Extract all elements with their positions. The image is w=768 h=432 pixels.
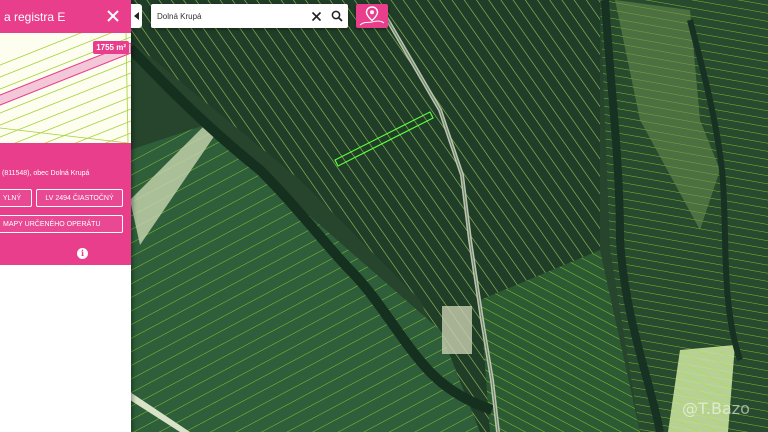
lv-partial-button[interactable]: LV 2494 ČIASTOČNÝ	[36, 189, 123, 207]
cadastral-locality: (811548), obec Dolná Krupá	[2, 170, 90, 177]
search-icon[interactable]	[331, 10, 343, 22]
close-icon[interactable]	[104, 7, 122, 25]
panel-header: a registra E	[0, 0, 131, 33]
panel-title: a registra E	[4, 10, 66, 24]
info-icon[interactable]: i	[77, 248, 88, 259]
map-marker-button[interactable]	[356, 4, 388, 28]
parcel-detail-panel: a registra E 1755 m² (811548), obec Doln…	[0, 0, 131, 432]
clear-icon[interactable]	[311, 11, 322, 22]
full-lv-button[interactable]: YLNÝ	[0, 189, 32, 207]
parcel-preview-map: 1755 m²	[0, 33, 131, 143]
search-box	[151, 4, 348, 28]
operat-map-button[interactable]: MAPY URČENÉHO OPERÁTU	[0, 215, 123, 233]
area-badge: 1755 m²	[93, 41, 129, 54]
map-marker-icon	[359, 6, 385, 26]
watermark: @T.Bazo	[682, 399, 750, 418]
parcel-info-box: (811548), obec Dolná Krupá YLNÝ LV 2494 …	[0, 143, 131, 265]
search-input[interactable]	[157, 8, 303, 24]
chevron-left-icon	[134, 12, 139, 20]
collapse-panel-button[interactable]	[131, 4, 142, 28]
